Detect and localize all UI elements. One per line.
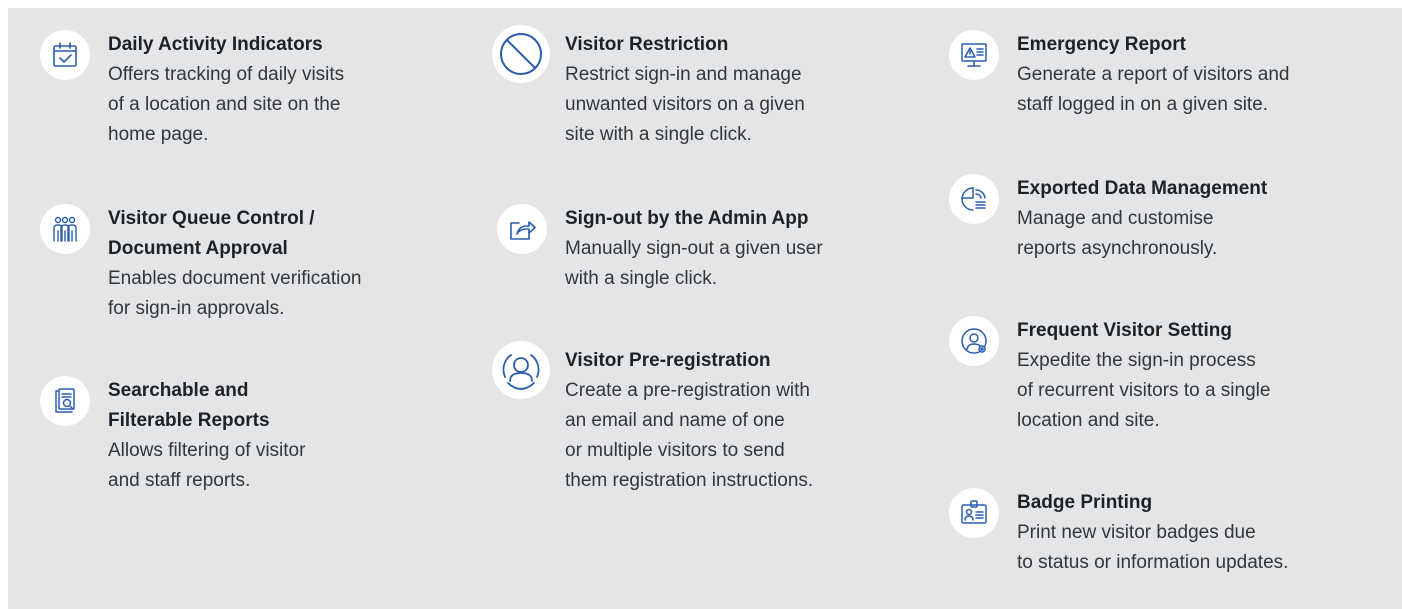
feature-title: Badge Printing xyxy=(1017,492,1153,513)
feature-description: Enables document verification for sign-i… xyxy=(108,268,362,319)
feature-title: Emergency Report xyxy=(1017,34,1186,55)
document-search-icon xyxy=(40,376,90,426)
monitor-alert-icon xyxy=(949,30,999,80)
feature-title: Searchable and Filterable Reports xyxy=(108,380,270,431)
feature-description: Restrict sign-in and manage unwanted vis… xyxy=(565,64,805,145)
feature-description: Allows filtering of visitor and staff re… xyxy=(108,440,306,491)
feature-title: Visitor Queue Control / Document Approva… xyxy=(108,208,315,259)
features-panel: Daily Activity Indicators Offers trackin… xyxy=(8,8,1402,609)
feature-description: Offers tracking of daily visits of a loc… xyxy=(108,64,345,145)
feature-title: Frequent Visitor Setting xyxy=(1017,320,1233,341)
feature-description: Expedite the sign-in process of recurren… xyxy=(1017,350,1271,431)
feature-description: Manually sign-out a given user with a si… xyxy=(565,238,823,289)
feature-description: Create a pre-registration with an email … xyxy=(565,380,814,491)
share-arrow-icon xyxy=(497,204,547,254)
feature-title: Daily Activity Indicators xyxy=(108,34,323,55)
user-settings-icon xyxy=(949,316,999,366)
calendar-check-icon xyxy=(40,30,90,80)
feature-description: Generate a report of visitors and staff … xyxy=(1017,64,1290,115)
data-export-icon xyxy=(949,174,999,224)
feature-title: Exported Data Management xyxy=(1017,178,1268,199)
user-circle-icon xyxy=(492,341,550,399)
people-queue-icon xyxy=(40,204,90,254)
prohibited-icon xyxy=(492,25,550,83)
feature-description: Print new visitor badges due to status o… xyxy=(1017,522,1289,573)
feature-title: Visitor Pre-registration xyxy=(565,350,771,371)
id-badge-icon xyxy=(949,488,999,538)
feature-title: Visitor Restriction xyxy=(565,34,729,55)
feature-description: Manage and customise reports asynchronou… xyxy=(1017,208,1218,259)
feature-title: Sign-out by the Admin App xyxy=(565,208,809,229)
